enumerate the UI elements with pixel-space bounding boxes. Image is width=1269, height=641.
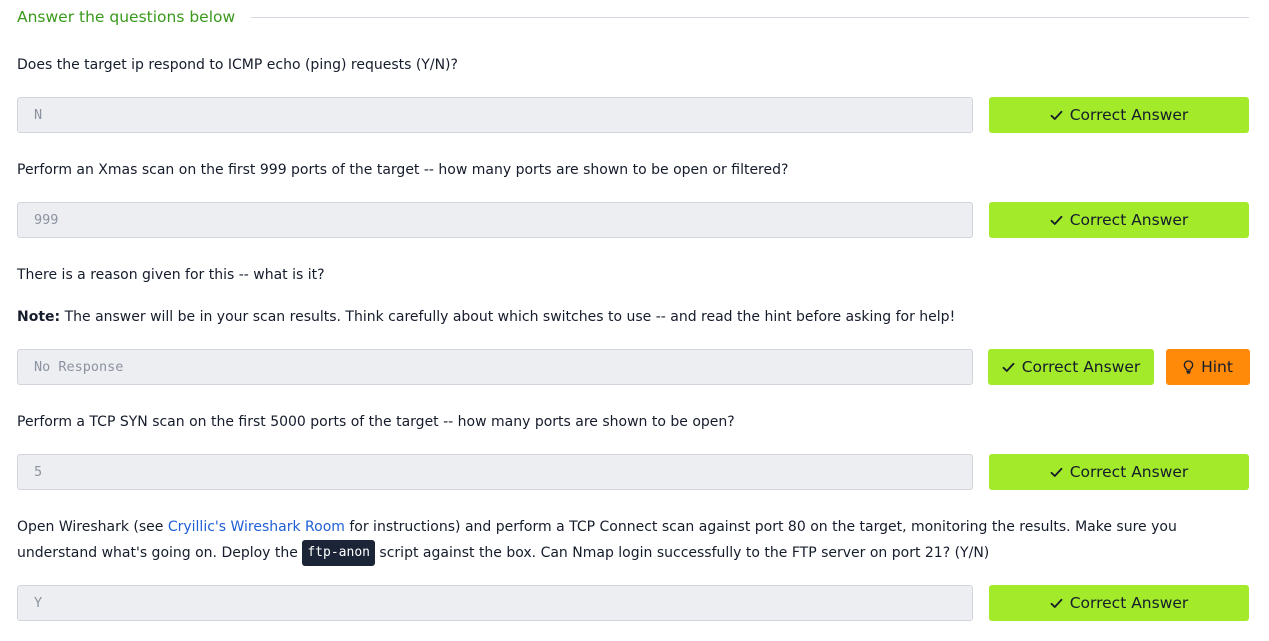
question-5-correct-answer-button[interactable]: Correct Answer: [989, 585, 1249, 621]
question-2-text: Perform an Xmas scan on the first 999 po…: [17, 162, 789, 178]
question-3-text: There is a reason given for this -- what…: [17, 267, 325, 283]
note-label: Note:: [17, 309, 61, 325]
check-icon: [1050, 215, 1063, 226]
ftp-anon-code: ftp-anon: [302, 540, 375, 566]
question-2-correct-answer-button[interactable]: Correct Answer: [989, 202, 1249, 238]
question-2-answer-field[interactable]: 999: [17, 202, 973, 238]
wireshark-room-link[interactable]: Cryillic's Wireshark Room: [168, 519, 345, 535]
correct-answer-label: Correct Answer: [1069, 463, 1189, 481]
question-1-correct-answer-button[interactable]: Correct Answer: [989, 97, 1249, 133]
check-icon: [1050, 598, 1063, 609]
check-icon: [1050, 110, 1063, 121]
question-5-text-start: Open Wireshark (see: [17, 519, 168, 535]
section-header: Answer the questions below: [17, 6, 1249, 28]
section-divider: [251, 16, 1249, 18]
hint-label: Hint: [1201, 358, 1233, 376]
question-4-answer-field[interactable]: 5: [17, 454, 973, 490]
question-5-text-end: script against the box. Can Nmap login s…: [374, 545, 990, 561]
question-3-note: Note: The answer will be in your scan re…: [17, 304, 1249, 330]
check-icon: [1002, 362, 1015, 373]
correct-answer-label: Correct Answer: [1069, 106, 1189, 124]
question-1-answer-field[interactable]: N: [17, 97, 973, 133]
question-5-text: Open Wireshark (see Cryillic's Wireshark…: [17, 514, 1249, 566]
section-title: Answer the questions below: [17, 8, 236, 26]
correct-answer-label: Correct Answer: [1069, 594, 1189, 612]
question-3-hint-button[interactable]: Hint: [1166, 349, 1250, 385]
question-3-answer-field[interactable]: No Response: [17, 349, 973, 385]
question-4-text: Perform a TCP SYN scan on the first 5000…: [17, 414, 735, 430]
note-text: The answer will be in your scan results.…: [60, 309, 956, 325]
correct-answer-label: Correct Answer: [1069, 211, 1189, 229]
question-1-text: Does the target ip respond to ICMP echo …: [17, 57, 458, 73]
correct-answer-label: Correct Answer: [1021, 358, 1141, 376]
question-5-answer-field[interactable]: Y: [17, 585, 973, 621]
lightbulb-icon: [1183, 360, 1194, 374]
question-3-correct-answer-button[interactable]: Correct Answer: [988, 349, 1154, 385]
question-4-correct-answer-button[interactable]: Correct Answer: [989, 454, 1249, 490]
check-icon: [1050, 467, 1063, 478]
